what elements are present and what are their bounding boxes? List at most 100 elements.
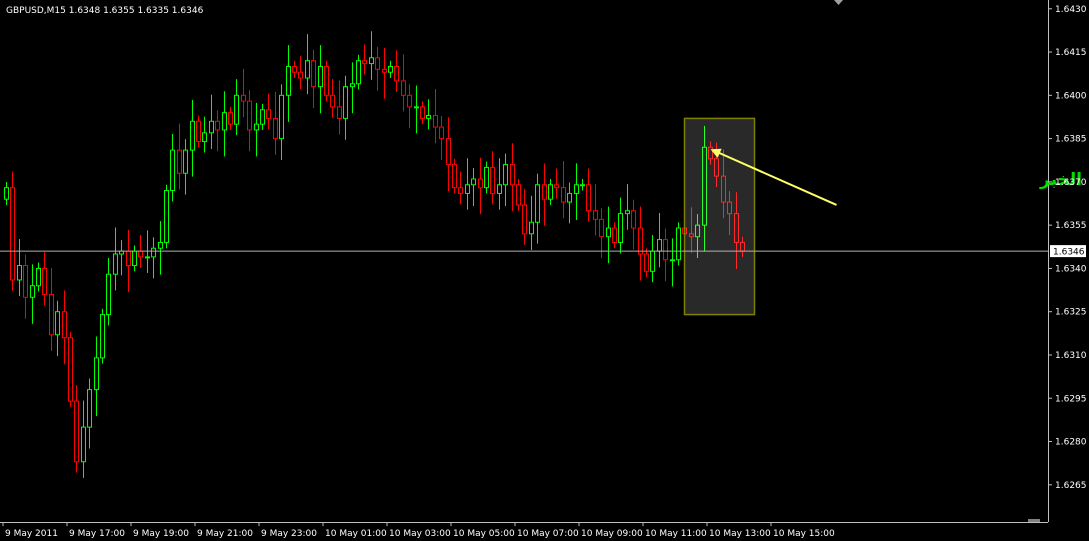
candle-body — [183, 149, 188, 174]
candle-body — [644, 253, 649, 272]
time-tick-label: 10 May 13:00 — [709, 529, 771, 539]
candle-body — [126, 250, 131, 267]
candle-body — [74, 400, 79, 463]
candle-body — [471, 178, 476, 186]
candle-body — [599, 218, 604, 238]
candle-body — [273, 117, 278, 140]
current-price-label: 1.6346 — [1053, 248, 1085, 258]
time-tick-label: 9 May 23:00 — [261, 529, 317, 539]
candle-body — [337, 106, 342, 119]
time-tick-label: 10 May 11:00 — [645, 529, 707, 539]
candle-body — [631, 210, 636, 229]
time-tick-label: 10 May 05:00 — [453, 529, 515, 539]
candle-body — [663, 239, 668, 261]
candle-body — [10, 187, 15, 281]
candle-body — [503, 164, 508, 186]
candle-body — [407, 94, 412, 108]
candle-body — [196, 120, 201, 142]
candle-body — [369, 57, 374, 65]
chart-title: GBPUSD,M15 1.6348 1.6355 1.6335 1.6346 — [6, 6, 204, 16]
candle-body — [458, 187, 463, 194]
candle-body — [618, 213, 623, 243]
candle-body — [606, 227, 611, 238]
candle-body — [561, 187, 566, 203]
candle-body — [228, 112, 233, 125]
price-tick-label: 1.6310 — [1055, 351, 1087, 361]
price-tick-label: 1.6355 — [1055, 221, 1087, 231]
candle-body — [42, 267, 47, 295]
candle-body — [234, 94, 239, 125]
candle-body — [529, 221, 534, 235]
price-tick-label: 1.6340 — [1055, 264, 1087, 274]
time-tick-label: 9 May 2011 — [5, 529, 58, 539]
candle-body — [4, 187, 9, 200]
candle-body — [343, 86, 348, 119]
price-tick-label: 1.6265 — [1055, 481, 1087, 491]
candle-body — [650, 250, 655, 272]
candle-body — [580, 184, 585, 187]
candle-body — [484, 166, 489, 189]
scroll-marker-icon[interactable] — [1028, 519, 1040, 522]
time-tick-label: 9 May 19:00 — [133, 529, 189, 539]
candle-body — [490, 166, 495, 194]
candle-body — [266, 109, 271, 119]
candle-body — [612, 227, 617, 243]
news-highlight-box — [683, 117, 756, 316]
candle-body — [164, 190, 169, 243]
candle-body — [497, 184, 502, 194]
time-tick-label: 9 May 21:00 — [197, 529, 253, 539]
candle-body — [298, 71, 303, 79]
candle-body — [55, 311, 60, 336]
candle-body — [535, 184, 540, 223]
price-tick-label: 1.6370 — [1055, 178, 1087, 188]
price-tick-label: 1.6415 — [1055, 48, 1087, 58]
candle-body — [586, 184, 591, 212]
candle-body — [420, 106, 425, 119]
candle-body — [202, 132, 207, 142]
candle-body — [638, 227, 643, 255]
candle-body — [209, 120, 214, 134]
candle-body — [138, 250, 143, 258]
time-tick-label: 10 May 15:00 — [773, 529, 835, 539]
candle-body — [23, 265, 28, 298]
time-tick-label: 10 May 03:00 — [389, 529, 451, 539]
candle-body — [426, 115, 431, 119]
chart-background — [0, 0, 1089, 541]
candle-body — [170, 149, 175, 192]
candle-body — [87, 389, 92, 428]
candle-body — [362, 60, 367, 65]
candle-body — [68, 337, 73, 402]
candle-body — [388, 65, 393, 73]
candle-body — [375, 57, 380, 70]
candle-body — [510, 164, 515, 186]
candle-body — [401, 80, 406, 96]
price-tick-label: 1.6385 — [1055, 135, 1087, 145]
candle-body — [247, 100, 252, 131]
candle-body — [465, 184, 470, 194]
candle-body — [190, 120, 195, 151]
candle-body — [36, 267, 41, 287]
candle-body — [158, 241, 163, 249]
candle-body — [478, 178, 483, 189]
candle-body — [279, 94, 284, 140]
candle-body — [414, 106, 419, 109]
candle-body — [452, 164, 457, 189]
candle-body — [657, 239, 662, 252]
candle-body — [439, 126, 444, 140]
price-chart[interactable]: GBPUSD,M15 1.6348 1.6355 1.6335 1.6346 ش… — [0, 0, 1089, 541]
candle-body — [292, 65, 297, 73]
candle-body — [94, 357, 99, 391]
candle-body — [254, 123, 259, 131]
candle-body — [516, 184, 521, 206]
candle-body — [286, 65, 291, 96]
candle-body — [311, 60, 316, 88]
price-tick-label: 1.6400 — [1055, 91, 1087, 101]
candle-body — [625, 210, 630, 215]
candle-body — [554, 184, 559, 189]
price-tick-label: 1.6295 — [1055, 394, 1087, 404]
candle-body — [241, 94, 246, 102]
candle-body — [106, 273, 111, 316]
candle-body — [260, 109, 265, 125]
candle-body — [145, 256, 150, 259]
time-tick-label: 10 May 09:00 — [581, 529, 643, 539]
